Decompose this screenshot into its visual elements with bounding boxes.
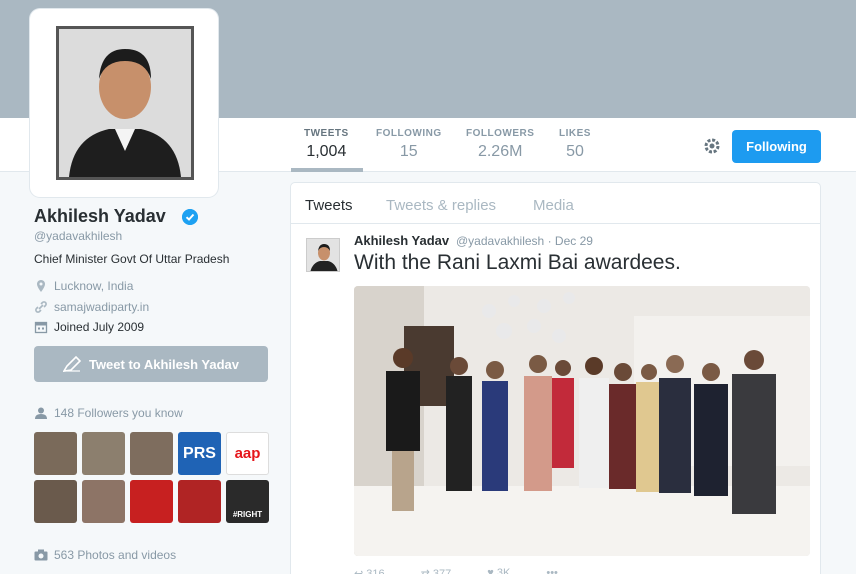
- stat-value: 1,004: [306, 143, 347, 160]
- tweet-date[interactable]: Dec 29: [555, 234, 593, 248]
- tweet-to-button[interactable]: Tweet to Akhilesh Yadav: [34, 346, 268, 382]
- timeline: Tweets Tweets & replies Media Akhilesh Y…: [290, 182, 821, 574]
- stat-value: 50: [566, 143, 584, 160]
- tab-tweets[interactable]: Tweets: [305, 197, 353, 214]
- follower-avatar[interactable]: [34, 432, 77, 475]
- tab-media[interactable]: Media: [533, 197, 574, 214]
- follower-avatar[interactable]: [130, 432, 173, 475]
- more-button[interactable]: •••: [546, 567, 558, 574]
- profile-avatar[interactable]: [30, 9, 218, 197]
- followers-you-know[interactable]: 148 Followers you know: [34, 406, 183, 420]
- follower-avatar[interactable]: [130, 480, 173, 523]
- tweet-author-name[interactable]: Akhilesh Yadav: [354, 233, 449, 248]
- follower-avatar[interactable]: aap: [226, 432, 269, 475]
- stat-following[interactable]: FOLLOWING 15: [376, 128, 442, 161]
- active-stat-indicator: [291, 168, 363, 172]
- tweet-author-avatar[interactable]: [306, 238, 340, 272]
- stat-value: 15: [399, 143, 418, 160]
- photos-videos-label: 563 Photos and videos: [54, 548, 177, 562]
- camera-icon: [34, 549, 48, 561]
- tab-tweets-replies[interactable]: Tweets & replies: [386, 197, 496, 214]
- like-count: 3K: [496, 567, 511, 574]
- stat-tweets[interactable]: TWEETS 1,004: [304, 128, 349, 161]
- follower-label: aap: [234, 445, 261, 462]
- tweet-text: With the Rani Laxmi Bai awardees.: [354, 251, 681, 274]
- person-icon: [35, 407, 47, 419]
- calendar-icon: [34, 321, 48, 334]
- link-icon: [35, 301, 47, 313]
- profile-handle[interactable]: @yadavakhilesh: [34, 229, 122, 243]
- follower-avatar[interactable]: [82, 432, 125, 475]
- following-button[interactable]: Following: [732, 130, 821, 163]
- retweet-button[interactable]: ⇄ 377: [421, 567, 452, 574]
- compose-icon: [62, 356, 81, 372]
- followers-you-know-label: 148 Followers you know: [54, 406, 183, 420]
- reply-button[interactable]: ↩ 316: [354, 567, 385, 574]
- follower-avatar[interactable]: [178, 480, 221, 523]
- profile-bio: Chief Minister Govt Of Uttar Pradesh: [34, 252, 230, 266]
- follower-avatar[interactable]: [82, 480, 125, 523]
- stat-likes[interactable]: LIKES 50: [559, 128, 591, 161]
- stat-followers[interactable]: FOLLOWERS 2.26M: [466, 128, 534, 161]
- stat-label: FOLLOWERS: [466, 128, 535, 139]
- photos-videos-link[interactable]: 563 Photos and videos: [34, 548, 176, 562]
- profile-photo: [56, 26, 194, 180]
- profile-joined: Joined July 2009: [34, 320, 144, 334]
- retweet-count: 377: [432, 568, 452, 574]
- stat-label: FOLLOWING: [376, 128, 442, 139]
- timeline-tabs: Tweets Tweets & replies Media: [291, 183, 820, 224]
- reply-count: 316: [366, 568, 385, 574]
- tweet-separator: ·: [547, 234, 552, 248]
- follower-avatar[interactable]: PRS: [178, 432, 221, 475]
- website-link[interactable]: samajwadiparty.in: [54, 300, 149, 314]
- profile-location: Lucknow, India: [34, 279, 133, 293]
- stat-value: 2.26M: [477, 143, 523, 160]
- tweet-photo[interactable]: [354, 286, 810, 556]
- follower-avatar[interactable]: #RIGHT: [226, 480, 269, 523]
- follower-label: PRS: [183, 444, 216, 462]
- tweet-meta: @yadavakhilesh · Dec 29: [456, 234, 593, 248]
- follower-label: #RIGHT: [232, 510, 263, 519]
- stat-label: LIKES: [559, 128, 591, 139]
- profile-website[interactable]: samajwadiparty.in: [34, 300, 149, 314]
- location-text: Lucknow, India: [54, 279, 134, 293]
- joined-text: Joined July 2009: [54, 320, 145, 334]
- stat-label: TWEETS: [304, 128, 349, 139]
- tweet-to-label: Tweet to Akhilesh Yadav: [88, 356, 240, 372]
- tweet-author-handle[interactable]: @yadavakhilesh: [456, 234, 544, 248]
- tweet-actions: ↩ 316 ⇄ 377 ♥ 3K •••: [354, 567, 558, 574]
- location-pin-icon: [37, 280, 45, 292]
- follower-avatar[interactable]: [34, 480, 77, 523]
- profile-name: Akhilesh Yadav: [34, 206, 166, 226]
- gear-icon[interactable]: [702, 136, 722, 156]
- verified-badge-icon: [182, 209, 198, 225]
- like-button[interactable]: ♥ 3K: [487, 567, 510, 574]
